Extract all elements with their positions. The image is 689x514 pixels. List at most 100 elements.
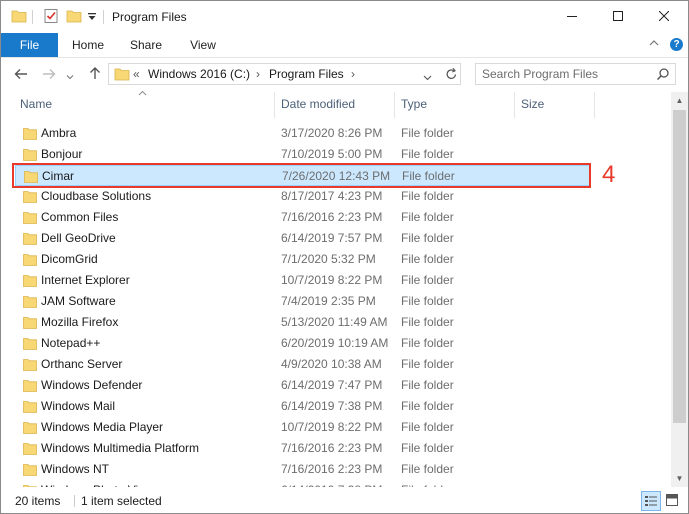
file-type: File folder xyxy=(401,399,454,413)
back-arrow-icon xyxy=(14,69,27,79)
details-view-icon xyxy=(645,496,657,506)
folder-icon xyxy=(23,295,37,311)
file-type: File folder xyxy=(401,231,454,245)
window-title: Program Files xyxy=(112,10,187,24)
search-icon[interactable] xyxy=(656,67,670,84)
column-header-size[interactable]: Size xyxy=(515,92,595,118)
folder-icon xyxy=(23,484,37,487)
file-date-modified: 8/17/2017 4:23 PM xyxy=(281,189,383,203)
file-row[interactable]: Windows Multimedia Platform 7/16/2016 2:2… xyxy=(15,438,590,459)
breadcrumb-separator-icon[interactable]: › xyxy=(256,67,260,81)
minimize-button[interactable] xyxy=(549,1,595,33)
file-row[interactable]: Ambra 3/17/2020 8:26 PM File folder xyxy=(15,123,590,144)
file-row[interactable]: Windows Defender 6/14/2019 7:47 PM File fo… xyxy=(15,375,590,396)
search-input[interactable] xyxy=(482,66,652,82)
folder-icon xyxy=(23,274,37,290)
close-icon xyxy=(658,10,670,22)
annotation-step-number: 4 xyxy=(602,161,616,188)
breadcrumb-program-files[interactable]: Program Files xyxy=(269,67,344,81)
file-row[interactable]: Common Files 7/16/2016 2:23 PM File folder xyxy=(15,207,590,228)
file-date-modified: 6/14/2019 7:47 PM xyxy=(281,378,383,392)
help-icon[interactable]: ? xyxy=(670,38,683,51)
tab-view[interactable]: View xyxy=(180,33,226,57)
file-row[interactable]: Cloudbase Solutions 8/17/2017 4:23 PM File… xyxy=(15,186,590,207)
file-type: File folder xyxy=(401,420,454,434)
file-row[interactable]: DicomGrid 7/1/2020 5:32 PM File folder xyxy=(15,249,590,270)
file-date-modified: 6/20/2019 10:19 AM xyxy=(281,336,389,350)
file-row[interactable]: Windows NT 7/16/2016 2:23 PM File folder xyxy=(15,459,590,480)
scroll-down-arrow-icon[interactable]: ▼ xyxy=(671,470,688,487)
separator xyxy=(103,10,104,24)
file-date-modified: 7/16/2016 2:23 PM xyxy=(281,462,383,476)
file-type: File folder xyxy=(401,462,454,476)
file-date-modified: 6/14/2019 7:38 PM xyxy=(281,399,383,413)
folder-icon xyxy=(23,190,37,206)
column-header-type[interactable]: Type xyxy=(395,92,515,118)
folder-icon xyxy=(23,337,37,353)
breadcrumb-overflow[interactable]: « xyxy=(133,67,140,81)
file-type: File folder xyxy=(401,357,454,371)
forward-button[interactable] xyxy=(39,65,59,85)
customize-toolbar-chevron-icon[interactable] xyxy=(87,9,97,27)
file-row[interactable]: Orthanc Server 4/9/2020 10:38 AM File fold… xyxy=(15,354,590,375)
status-bar: 20 items 1 item selected xyxy=(1,489,688,513)
file-row[interactable]: JAM Software 7/4/2019 2:35 PM File folder xyxy=(15,291,590,312)
folder-icon xyxy=(23,232,37,248)
file-name: Orthanc Server xyxy=(41,357,123,371)
maximize-button[interactable] xyxy=(595,1,641,33)
title-bar: Program Files xyxy=(1,1,688,33)
column-header-date[interactable]: Date modified xyxy=(275,92,395,118)
file-row[interactable]: Windows Mail 6/14/2019 7:38 PM File folder xyxy=(15,396,590,417)
file-row[interactable]: Windows Media Player 10/7/2019 8:22 PM Fil… xyxy=(15,417,590,438)
details-view-button[interactable] xyxy=(641,491,661,511)
tab-home[interactable]: Home xyxy=(65,33,111,57)
file-row[interactable]: Internet Explorer 10/7/2019 8:22 PM File f… xyxy=(15,270,590,291)
file-row[interactable]: Notepad++ 6/20/2019 10:19 AM File folder xyxy=(15,333,590,354)
back-button[interactable] xyxy=(11,65,31,85)
file-name: JAM Software xyxy=(41,294,116,308)
file-type: File folder xyxy=(401,210,454,224)
file-row[interactable]: Dell GeoDrive 6/14/2019 7:57 PM File folde… xyxy=(15,228,590,249)
breadcrumb-drive[interactable]: Windows 2016 (C:) xyxy=(148,67,250,81)
address-history-chevron-icon[interactable] xyxy=(423,70,432,84)
file-type: File folder xyxy=(401,315,454,329)
tab-file[interactable]: File xyxy=(1,33,58,57)
file-type: File folder xyxy=(401,126,454,140)
file-row[interactable]: Bonjour 7/10/2019 5:00 PM File folder xyxy=(15,144,590,165)
up-button[interactable] xyxy=(85,65,105,85)
file-date-modified: 7/4/2019 2:35 PM xyxy=(281,294,376,308)
file-type: File folder xyxy=(401,336,454,350)
search-box[interactable] xyxy=(475,63,676,85)
refresh-icon[interactable] xyxy=(445,67,458,84)
properties-icon[interactable] xyxy=(43,8,59,26)
file-row[interactable]: Windows Photo Viewer 6/14/2019 7:38 PM Fil… xyxy=(15,480,590,487)
file-type: File folder xyxy=(401,441,454,455)
folder-icon xyxy=(23,127,37,143)
new-folder-icon[interactable] xyxy=(66,8,82,26)
column-divider[interactable] xyxy=(594,92,595,118)
forward-arrow-icon xyxy=(43,69,56,79)
recent-locations-chevron-icon[interactable] xyxy=(63,65,77,85)
large-icons-view-button[interactable] xyxy=(663,491,683,511)
file-type: File folder xyxy=(401,147,454,161)
file-row[interactable]: Mozilla Firefox 5/13/2020 11:49 AM File fo… xyxy=(15,312,590,333)
tab-share[interactable]: Share xyxy=(123,33,169,57)
breadcrumb-separator-icon[interactable]: › xyxy=(351,67,355,81)
file-name: Internet Explorer xyxy=(41,273,130,287)
file-name: Ambra xyxy=(41,126,77,140)
large-icons-view-icon xyxy=(666,494,678,506)
vertical-scrollbar[interactable]: ▲ ▼ xyxy=(671,92,688,487)
folder-icon xyxy=(23,211,37,227)
file-type: File folder xyxy=(401,294,454,308)
file-date-modified: 6/14/2019 7:38 PM xyxy=(281,483,382,487)
annotation-highlight-box xyxy=(12,163,591,188)
column-header-name[interactable]: Name xyxy=(14,92,275,118)
scrollbar-thumb[interactable] xyxy=(673,110,686,423)
scroll-up-arrow-icon[interactable]: ▲ xyxy=(671,92,688,109)
address-bar[interactable]: « Windows 2016 (C:) › Program Files › xyxy=(108,63,461,85)
close-button[interactable] xyxy=(641,1,687,33)
expand-ribbon-chevron-icon[interactable] xyxy=(649,38,659,51)
file-type: File folder xyxy=(401,189,454,203)
file-name: Common Files xyxy=(41,210,119,224)
file-date-modified: 4/9/2020 10:38 AM xyxy=(281,357,382,371)
